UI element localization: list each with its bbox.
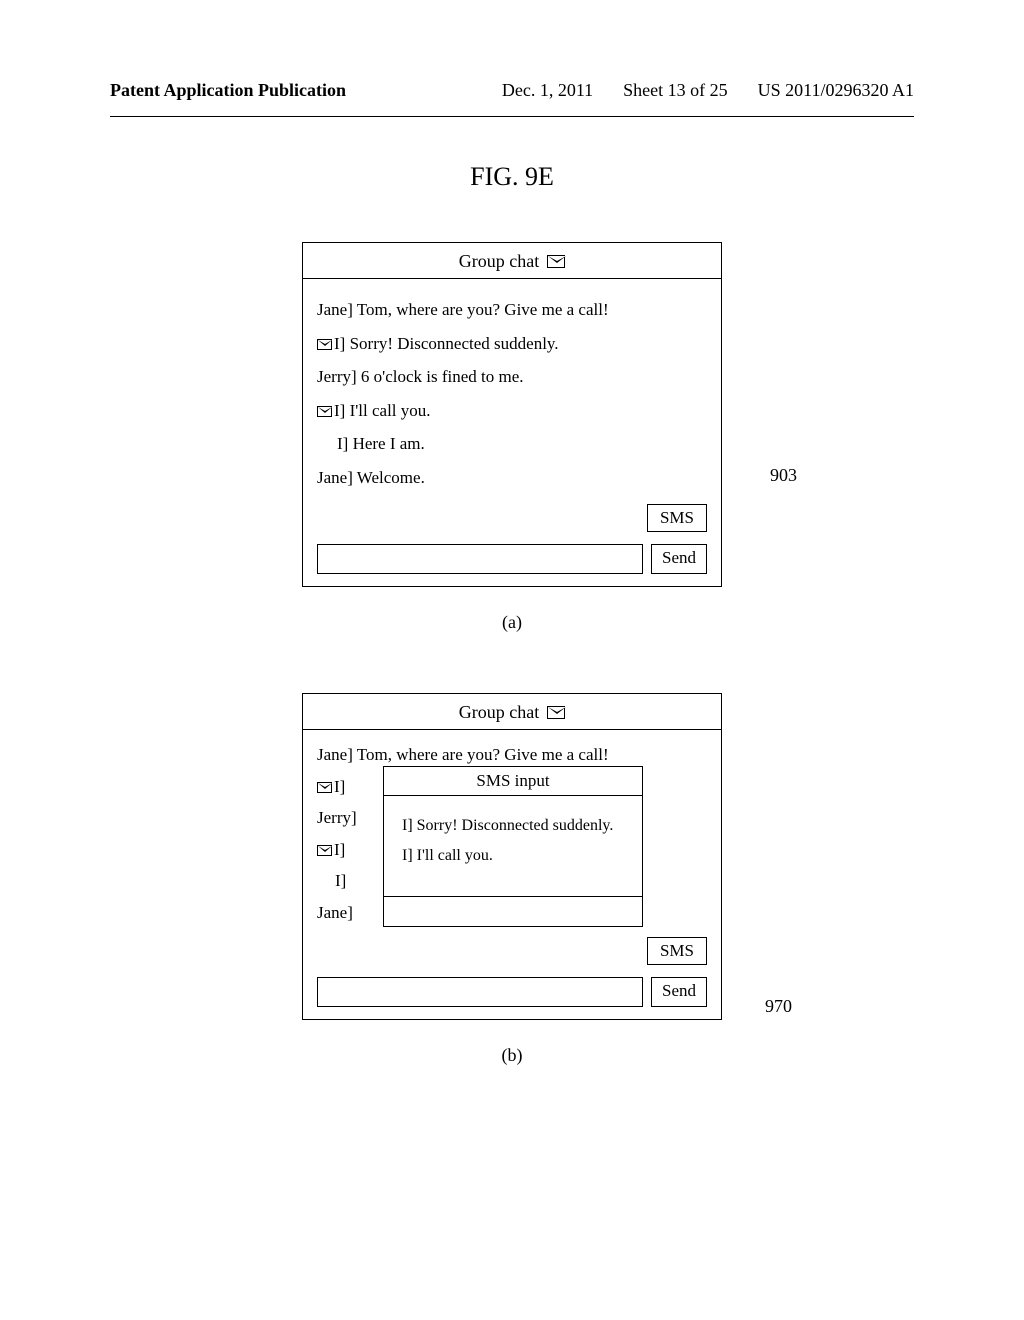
sender-label: Jerry] — [317, 808, 357, 827]
screen-a-container: Group chat Jane] Tom, where are you? Giv… — [0, 242, 1024, 693]
header-sheet: Sheet 13 of 25 — [623, 80, 727, 101]
chat-text: I] I'll call you. — [334, 401, 431, 420]
popup-input[interactable] — [384, 896, 642, 926]
figure-title: FIG. 9E — [0, 162, 1024, 192]
sms-input-popup: SMS input I] Sorry! Disconnected suddenl… — [383, 766, 643, 927]
sublabel-b: (b) — [502, 1045, 523, 1066]
header-date: Dec. 1, 2011 — [502, 80, 593, 101]
sender-label: Jane] — [317, 903, 353, 922]
sms-button[interactable]: SMS — [647, 504, 707, 532]
message-input[interactable] — [317, 544, 643, 574]
header-right: Dec. 1, 2011 Sheet 13 of 25 US 2011/0296… — [502, 80, 914, 101]
sender-label: I] — [334, 840, 345, 859]
sms-row: SMS — [303, 937, 721, 971]
sublabel-a: (a) — [502, 612, 522, 633]
chat-line: I] I'll call you. — [317, 398, 707, 424]
popup-title: SMS input — [384, 767, 642, 796]
screen-a: Group chat Jane] Tom, where are you? Giv… — [302, 242, 722, 587]
screen-b-title: Group chat — [459, 702, 539, 723]
sms-row: SMS — [303, 504, 721, 538]
header-rule — [110, 116, 914, 117]
send-button[interactable]: Send — [651, 544, 707, 574]
input-row: Send — [303, 538, 721, 586]
chat-line: Jane] Welcome. — [317, 465, 707, 491]
header-pubnum: US 2011/0296320 A1 — [758, 80, 914, 101]
sender-label: I] — [334, 777, 345, 796]
ref-label-903: 903 — [770, 465, 797, 486]
popup-body: I] Sorry! Disconnected suddenly. I] I'll… — [384, 796, 642, 896]
popup-line: I] Sorry! Disconnected suddenly. — [402, 814, 624, 838]
envelope-icon — [317, 782, 332, 793]
chat-line: I] Here I am. — [317, 431, 707, 457]
sms-button[interactable]: SMS — [647, 937, 707, 965]
chat-text: I] Sorry! Disconnected suddenly. — [334, 334, 559, 353]
chat-body-b: Jane] Tom, where are you? Give me a call… — [303, 730, 721, 937]
envelope-icon — [547, 706, 565, 719]
envelope-icon — [317, 845, 332, 856]
header-left: Patent Application Publication — [110, 80, 346, 101]
chat-line: Jane] Tom, where are you? Give me a call… — [317, 297, 707, 323]
send-button[interactable]: Send — [651, 977, 707, 1007]
screen-b-container: Group chat Jane] Tom, where are you? Giv… — [0, 693, 1024, 1126]
popup-line: I] I'll call you. — [402, 844, 624, 868]
envelope-icon — [547, 255, 565, 268]
ref-label-970: 970 — [765, 996, 792, 1017]
chat-body-a: Jane] Tom, where are you? Give me a call… — [303, 279, 721, 504]
sender-label: I] — [317, 871, 346, 890]
chat-line: I] Sorry! Disconnected suddenly. — [317, 331, 707, 357]
envelope-icon — [317, 406, 332, 417]
screen-b: Group chat Jane] Tom, where are you? Giv… — [302, 693, 722, 1020]
screen-b-title-bar: Group chat — [303, 694, 721, 730]
page-header: Patent Application Publication Dec. 1, 2… — [0, 0, 1024, 111]
input-row: Send — [303, 971, 721, 1019]
screen-a-title: Group chat — [459, 251, 539, 272]
envelope-icon — [317, 339, 332, 350]
chat-line: Jerry] 6 o'clock is fined to me. — [317, 364, 707, 390]
message-input[interactable] — [317, 977, 643, 1007]
chat-line: Jane] Tom, where are you? Give me a call… — [317, 742, 707, 768]
screen-a-title-bar: Group chat — [303, 243, 721, 279]
